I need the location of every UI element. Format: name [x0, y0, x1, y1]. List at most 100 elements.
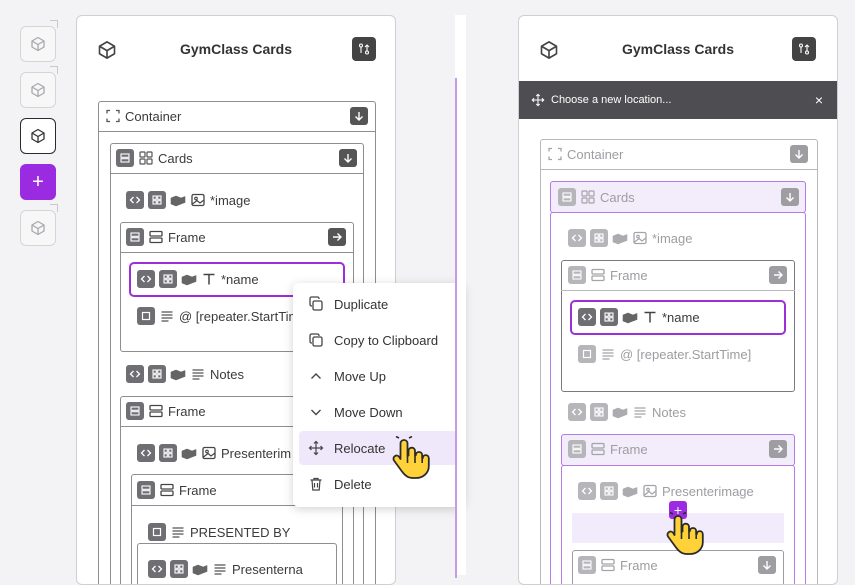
- arrow-down-icon: [342, 152, 354, 164]
- collapse-button[interactable]: [350, 107, 368, 125]
- image-label: *image: [652, 230, 693, 246]
- panel-title: GymClass Cards: [179, 41, 293, 57]
- rail-page-1[interactable]: [20, 26, 56, 62]
- settings-icon: [357, 42, 371, 56]
- presented-by-label: PRESENTED BY: [190, 524, 291, 540]
- collapse-button[interactable]: [339, 149, 357, 167]
- divider: [98, 131, 376, 132]
- frame-row[interactable]: Frame: [568, 266, 648, 284]
- direction-button[interactable]: [769, 266, 787, 284]
- container-row[interactable]: Container: [105, 108, 181, 124]
- cards-row[interactable]: Cards: [116, 149, 193, 167]
- collapse-button[interactable]: [758, 556, 776, 574]
- grid-icon: [138, 150, 154, 166]
- frame-row[interactable]: Frame: [578, 556, 658, 574]
- cube-icon: [30, 128, 46, 144]
- collapse-button[interactable]: [790, 145, 808, 163]
- frame-type-chip: [116, 149, 134, 167]
- divider: [540, 169, 818, 170]
- frame-row[interactable]: Frame: [126, 402, 206, 420]
- direction-button[interactable]: [328, 228, 346, 246]
- arrow-down-icon: [784, 191, 796, 203]
- name-label: *name: [662, 309, 700, 325]
- panel-title: GymClass Cards: [621, 41, 735, 57]
- presenter-image-row[interactable]: Presenterimage: [578, 482, 754, 500]
- lines-icon: [600, 346, 616, 362]
- close-icon[interactable]: ×: [815, 92, 823, 108]
- rail-add-button[interactable]: +: [20, 164, 56, 200]
- blocks-icon: [181, 445, 197, 461]
- frame-type-chip: [126, 402, 144, 420]
- menu-item-duplicate[interactable]: Duplicate: [299, 287, 458, 321]
- image-row[interactable]: *image: [126, 191, 250, 209]
- square-icon: [148, 523, 166, 541]
- rail-page-4[interactable]: [20, 210, 56, 246]
- text-icon: [642, 309, 658, 325]
- divider: [120, 252, 354, 253]
- move-icon: [531, 93, 545, 107]
- copy-icon: [308, 332, 324, 348]
- code-icon: [148, 560, 166, 578]
- frame-type-chip: [578, 556, 596, 574]
- arrow-down-icon: [793, 148, 805, 160]
- settings-button[interactable]: [352, 37, 376, 61]
- menu-item-relocate[interactable]: Relocate: [299, 431, 458, 465]
- collapse-button[interactable]: [781, 188, 799, 206]
- rail-page-2[interactable]: [20, 72, 56, 108]
- name-row[interactable]: *name: [137, 270, 259, 288]
- presenter-image-label: Presenterimage: [662, 483, 754, 499]
- menu-item-delete[interactable]: Delete: [299, 467, 458, 501]
- image-row[interactable]: *image: [568, 229, 692, 247]
- code-icon: [137, 444, 155, 462]
- frame-type-chip: [568, 266, 586, 284]
- relocate-banner: Choose a new location... ×: [519, 81, 837, 119]
- cube-icon: [30, 36, 46, 52]
- menu-item-label: Copy to Clipboard: [334, 332, 439, 348]
- presented-by-row[interactable]: PRESENTED BY: [148, 523, 290, 541]
- start-time-row[interactable]: @ [repeater.StartTim: [137, 307, 299, 325]
- cards-row[interactable]: Cards: [558, 188, 635, 206]
- cube-icon: [30, 82, 46, 98]
- code-icon: [126, 365, 144, 383]
- blocks-icon: [622, 483, 638, 499]
- notes-row[interactable]: Notes: [568, 403, 686, 421]
- context-menu: Duplicate Copy to Clipboard Move Up Move…: [293, 283, 464, 507]
- frame-row[interactable]: Frame: [126, 228, 206, 246]
- container-row[interactable]: Container: [547, 146, 623, 162]
- right-layers-panel: GymClass Cards Choose a new location... …: [518, 15, 838, 585]
- text-icon: [201, 271, 217, 287]
- settings-icon: [797, 42, 811, 56]
- start-time-label: @ [repeater.StartTim: [179, 308, 300, 324]
- lines-icon: [190, 366, 206, 382]
- start-time-row[interactable]: @ [repeater.StartTime]: [578, 345, 751, 363]
- frame-row[interactable]: Frame: [568, 440, 648, 458]
- presenter-name-row[interactable]: Presenterna: [148, 560, 303, 578]
- blocks-icon: [612, 404, 628, 420]
- arrow-down-icon: [353, 110, 365, 122]
- menu-item-move-down[interactable]: Move Down: [299, 395, 458, 429]
- frame-label: Frame: [620, 557, 658, 573]
- cube-icon: [30, 220, 46, 236]
- name-row[interactable]: *name: [578, 308, 700, 326]
- cards-label: Cards: [158, 150, 193, 166]
- code-icon: [568, 403, 586, 421]
- menu-item-label: Move Down: [334, 404, 403, 420]
- image-label: *image: [210, 192, 251, 208]
- menu-item-label: Delete: [334, 476, 372, 492]
- frame-label: Frame: [168, 229, 206, 245]
- menu-item-move-up[interactable]: Move Up: [299, 359, 458, 393]
- frame-row[interactable]: Frame: [137, 481, 217, 499]
- focus-frame-icon: [547, 146, 563, 162]
- notes-label: Notes: [210, 366, 244, 382]
- presenter-image-row[interactable]: Presenterim: [137, 444, 291, 462]
- arrow-right-icon: [331, 231, 343, 243]
- divider: [110, 173, 364, 174]
- rail-page-3[interactable]: [20, 118, 56, 154]
- settings-button[interactable]: [792, 37, 816, 61]
- code-icon: [578, 482, 596, 500]
- menu-item-copy-to-clipboard[interactable]: Copy to Clipboard: [299, 323, 458, 357]
- direction-button[interactable]: [769, 440, 787, 458]
- menu-item-label: Move Up: [334, 368, 387, 384]
- cards-label: Cards: [600, 189, 635, 205]
- notes-row[interactable]: Notes: [126, 365, 244, 383]
